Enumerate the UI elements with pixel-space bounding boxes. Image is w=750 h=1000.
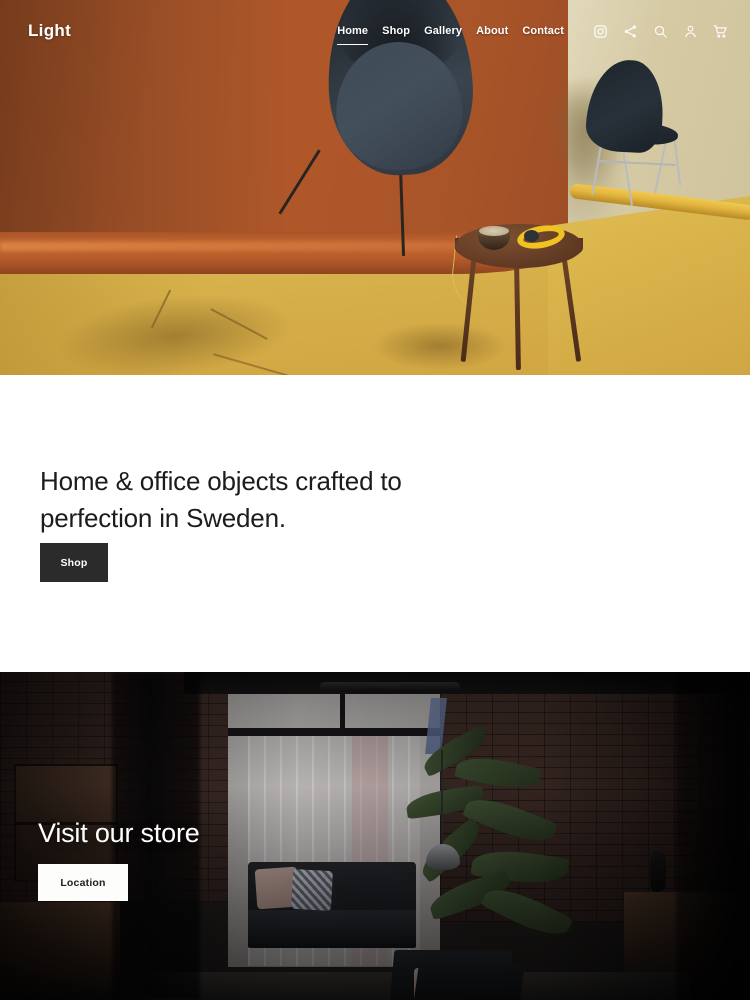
location-button[interactable]: Location	[38, 864, 128, 901]
nav-right-group: Home Shop Gallery About Contact	[330, 24, 728, 45]
store-heading: Visit our store	[38, 818, 200, 848]
hero-bowl-contents	[479, 226, 509, 236]
site-logo[interactable]: Light	[28, 21, 71, 41]
nav-link-home[interactable]: Home	[330, 25, 375, 45]
intro-heading: Home & office objects crafted to perfect…	[40, 466, 402, 533]
shopping-cart-icon[interactable]	[713, 24, 728, 39]
share-icon[interactable]	[623, 24, 638, 39]
hero-headphone-cup	[524, 230, 539, 242]
shop-button[interactable]: Shop	[40, 543, 108, 582]
main-navigation: Light Home Shop Gallery About Contact	[0, 0, 750, 62]
nav-links: Home Shop Gallery About Contact	[330, 25, 571, 45]
nav-link-about[interactable]: About	[469, 25, 515, 37]
hero-section: Light Home Shop Gallery About Contact	[0, 0, 750, 375]
nav-icons	[593, 24, 728, 39]
user-account-icon[interactable]	[683, 24, 698, 39]
instagram-icon[interactable]	[593, 24, 608, 39]
hero-table-shadow	[372, 322, 508, 370]
nav-link-contact[interactable]: Contact	[515, 25, 571, 37]
page-root: Light Home Shop Gallery About Contact Ho…	[0, 0, 750, 1000]
search-icon[interactable]	[653, 24, 668, 39]
nav-link-shop[interactable]: Shop	[375, 25, 417, 37]
nav-link-gallery[interactable]: Gallery	[417, 25, 469, 37]
intro-section: Home & office objects crafted to perfect…	[0, 375, 750, 672]
